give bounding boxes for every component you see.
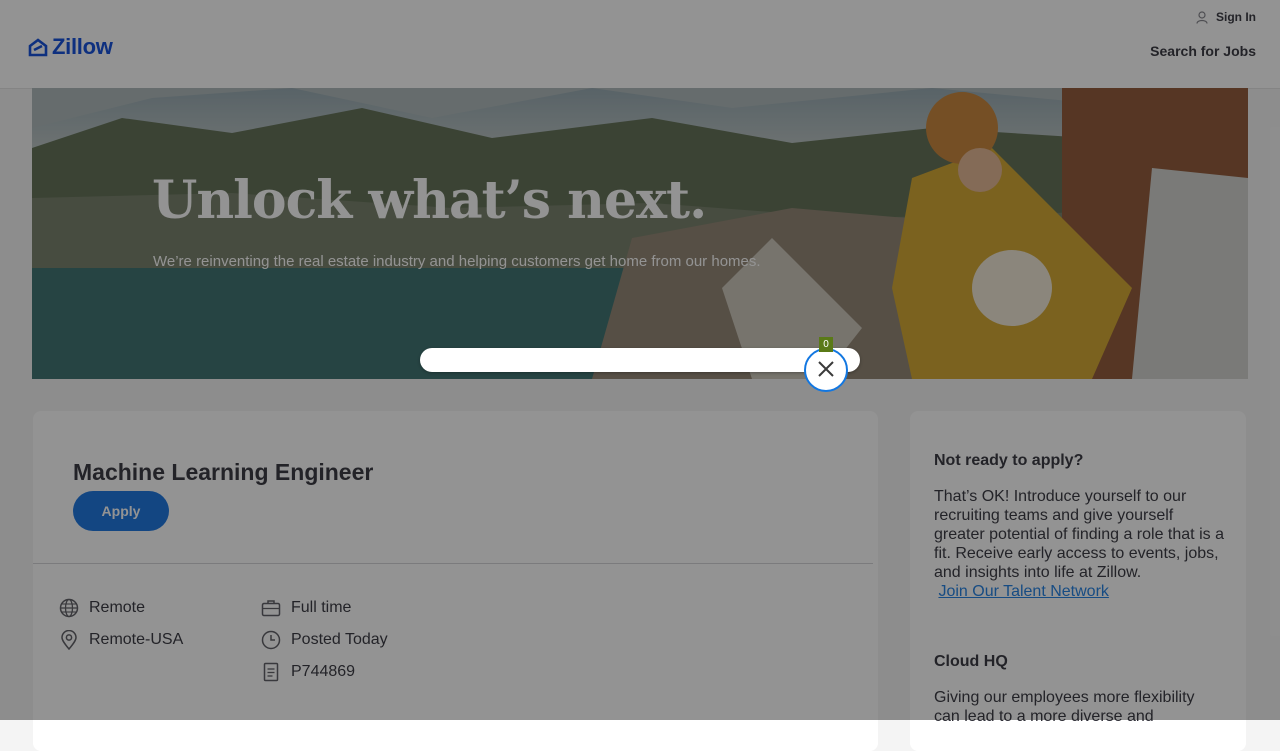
not-ready-body: That’s OK! Introduce yourself to our rec… (934, 488, 1224, 581)
globe-icon (59, 598, 79, 618)
cloud-hq-text: Giving our employees more flexibility ca… (934, 689, 1195, 725)
hero-background-image (32, 88, 1248, 379)
brand-name: Zillow (52, 34, 113, 59)
hero-title: Unlock what’s next. (152, 170, 707, 231)
user-icon (1196, 10, 1208, 24)
hero-banner: Unlock what’s next. We’re reinventing th… (32, 88, 1248, 379)
location-pin-icon (61, 630, 77, 650)
job-location: Remote-USA (59, 630, 183, 650)
zillow-house-icon (28, 38, 48, 57)
hero-subtitle: We’re reinventing the real estate indust… (153, 253, 761, 270)
loading-bar (420, 348, 860, 372)
search-for-jobs-link[interactable]: Search for Jobs (1150, 43, 1256, 59)
not-ready-text: That’s OK! Introduce yourself to our rec… (934, 487, 1224, 601)
briefcase-icon (261, 600, 281, 617)
requisition-id: P744869 (261, 662, 355, 682)
job-details-card: Machine Learning Engineer Apply Remote R… (33, 411, 878, 751)
close-icon (818, 361, 834, 377)
not-ready-heading: Not ready to apply? (934, 452, 1084, 469)
cloud-hq-heading: Cloud HQ (934, 653, 1008, 670)
employment-type: Full time (261, 598, 351, 618)
loading-count-badge: 0 (819, 337, 833, 352)
workplace-label: Remote (89, 599, 146, 616)
divider (33, 563, 873, 564)
sign-in-link[interactable]: Sign In (1196, 10, 1256, 24)
apply-button[interactable]: Apply (73, 491, 169, 531)
document-icon (263, 662, 279, 682)
job-title: Machine Learning Engineer (73, 459, 374, 486)
sidebar-card: Not ready to apply? That’s OK! Introduce… (910, 411, 1246, 751)
workplace-type: Remote (59, 598, 145, 618)
posted-label: Posted Today (291, 631, 388, 648)
clock-icon (261, 630, 281, 650)
location-label: Remote-USA (89, 631, 184, 648)
zillow-logo[interactable]: Zillow (28, 34, 113, 60)
req-id-label: P744869 (291, 663, 356, 680)
posted-date: Posted Today (261, 630, 388, 650)
sign-in-label: Sign In (1216, 10, 1256, 24)
loading-indicator (804, 348, 848, 392)
talent-network-link[interactable]: Join Our Talent Network (938, 583, 1108, 600)
employment-type-label: Full time (291, 599, 352, 616)
site-header: Zillow Sign In Search for Jobs (0, 0, 1280, 89)
